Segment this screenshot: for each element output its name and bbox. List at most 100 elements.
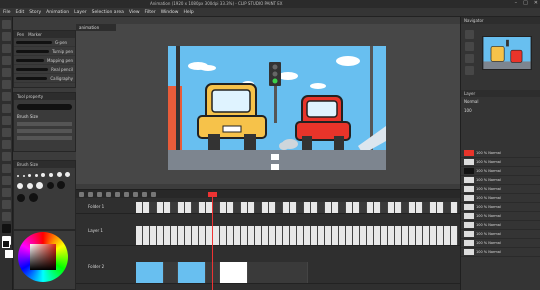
opacity-value[interactable]: 100 bbox=[461, 106, 540, 115]
tab-pen[interactable]: Pen bbox=[17, 32, 24, 37]
menu-selection[interactable]: Selection area bbox=[92, 10, 124, 15]
main-color-swatch[interactable] bbox=[2, 224, 11, 233]
fill-tool-icon[interactable] bbox=[2, 140, 11, 149]
size-option[interactable] bbox=[17, 183, 23, 189]
size-option[interactable] bbox=[56, 172, 62, 177]
timeline-track[interactable]: Folder 2 bbox=[76, 262, 460, 284]
new-timeline-icon[interactable] bbox=[79, 191, 84, 197]
lasso-tool-icon[interactable] bbox=[2, 56, 11, 65]
ruler-tool-icon[interactable] bbox=[2, 200, 11, 209]
navigator-preview[interactable] bbox=[482, 36, 532, 70]
layer-row[interactable]: 100 % Normal bbox=[461, 221, 540, 230]
airbrush-tool-icon[interactable] bbox=[2, 116, 11, 125]
size-option[interactable] bbox=[57, 181, 66, 189]
layer-row[interactable]: 100 % Normal bbox=[461, 167, 540, 176]
main-color-indicator[interactable] bbox=[2, 240, 10, 248]
add-cel-icon[interactable] bbox=[142, 191, 147, 197]
stop-icon[interactable] bbox=[97, 191, 102, 197]
loop-icon[interactable] bbox=[124, 191, 129, 197]
brush-item[interactable]: Calligraphy bbox=[14, 74, 75, 83]
size-option[interactable] bbox=[17, 194, 25, 202]
move-tool-icon[interactable] bbox=[2, 20, 11, 29]
zoom-tool-icon[interactable] bbox=[2, 32, 11, 41]
menu-file[interactable]: File bbox=[3, 10, 11, 15]
menu-edit[interactable]: Edit bbox=[16, 10, 25, 15]
gradient-tool-icon[interactable] bbox=[2, 152, 11, 161]
brush-item[interactable]: G-pen bbox=[14, 38, 75, 47]
prev-frame-icon[interactable] bbox=[106, 191, 111, 197]
eraser-tool-icon[interactable] bbox=[2, 128, 11, 137]
menu-story[interactable]: Story bbox=[29, 10, 41, 15]
layer-row[interactable]: 100 % Normal bbox=[461, 185, 540, 194]
size-option[interactable] bbox=[17, 175, 19, 177]
layer-name: 100 % Normal bbox=[476, 169, 501, 173]
tab-marker[interactable]: Marker bbox=[28, 32, 42, 37]
select-tool-icon[interactable] bbox=[2, 44, 11, 53]
brush-item[interactable]: Real pencil bbox=[14, 65, 75, 74]
color-wheel[interactable] bbox=[18, 232, 68, 282]
layer-row[interactable]: 100 % Normal bbox=[461, 248, 540, 257]
stabilization-slider[interactable] bbox=[17, 136, 72, 140]
menu-layer[interactable]: Layer bbox=[74, 10, 87, 15]
next-frame-icon[interactable] bbox=[115, 191, 120, 197]
color-square[interactable] bbox=[30, 244, 56, 270]
layer-row[interactable]: 100 % Normal bbox=[461, 194, 540, 203]
size-option[interactable] bbox=[28, 174, 32, 177]
text-tool-icon[interactable] bbox=[2, 176, 11, 185]
minimize-button[interactable]: – bbox=[515, 0, 518, 6]
flip-icon[interactable] bbox=[465, 66, 474, 75]
layer-thumbnail bbox=[464, 168, 474, 174]
size-option[interactable] bbox=[28, 193, 38, 202]
eyedropper-tool-icon[interactable] bbox=[2, 68, 11, 77]
menu-help[interactable]: Help bbox=[183, 10, 193, 15]
onion-skin-icon[interactable] bbox=[133, 191, 138, 197]
size-option[interactable] bbox=[34, 174, 38, 177]
canvas-artwork[interactable] bbox=[168, 46, 386, 170]
size-option[interactable] bbox=[26, 183, 33, 189]
size-option[interactable] bbox=[46, 182, 54, 189]
size-option[interactable] bbox=[36, 182, 44, 189]
blend-mode-select[interactable]: Normal bbox=[461, 97, 540, 106]
zoom-out-icon[interactable] bbox=[465, 42, 474, 51]
menu-filter[interactable]: Filter bbox=[145, 10, 156, 15]
size-option[interactable] bbox=[48, 173, 53, 177]
assign-cel-icon[interactable] bbox=[151, 191, 156, 197]
rotate-icon[interactable] bbox=[465, 54, 474, 63]
size-option[interactable] bbox=[22, 175, 25, 177]
balloon-tool-icon[interactable] bbox=[2, 188, 11, 197]
track-cells[interactable] bbox=[136, 226, 460, 246]
layer-row[interactable]: 100 % Normal bbox=[461, 239, 540, 248]
maximize-button[interactable]: □ bbox=[523, 0, 528, 6]
opacity-slider[interactable] bbox=[17, 129, 72, 133]
layer-row[interactable]: 100 % Normal bbox=[461, 230, 540, 239]
brush-item[interactable]: Turnip pen bbox=[14, 47, 75, 56]
menu-window[interactable]: Window bbox=[161, 10, 179, 15]
size-option[interactable] bbox=[65, 172, 71, 177]
figure-tool-icon[interactable] bbox=[2, 164, 11, 173]
brush-item[interactable]: Mapping pen bbox=[14, 56, 75, 65]
pen-tool-icon[interactable] bbox=[2, 80, 11, 89]
play-icon[interactable] bbox=[88, 191, 93, 197]
pencil-tool-icon[interactable] bbox=[2, 92, 11, 101]
brush-preview bbox=[17, 104, 72, 110]
layer-row[interactable]: 100 % Normal bbox=[461, 149, 540, 158]
layer-row[interactable]: 100 % Normal bbox=[461, 203, 540, 212]
track-cells[interactable] bbox=[136, 202, 460, 214]
layer-row[interactable]: 100 % Normal bbox=[461, 212, 540, 221]
menu-animation[interactable]: Animation bbox=[46, 10, 69, 15]
timeline-track[interactable]: Folder 1 bbox=[76, 202, 460, 214]
zoom-in-icon[interactable] bbox=[465, 30, 474, 39]
track-cells[interactable] bbox=[136, 262, 460, 284]
brush-tool-icon[interactable] bbox=[2, 104, 11, 113]
menu-view[interactable]: View bbox=[129, 10, 140, 15]
brush-size-slider[interactable] bbox=[17, 122, 72, 126]
layer-row[interactable]: 100 % Normal bbox=[461, 158, 540, 167]
sub-tool-panel: Pen Marker G-pen Turnip pen Mapping pen … bbox=[13, 30, 76, 88]
size-option[interactable] bbox=[41, 173, 46, 177]
layer-row[interactable]: 100 % Normal bbox=[461, 176, 540, 185]
timeline-track[interactable]: Layer 1 bbox=[76, 226, 460, 246]
canvas-tab[interactable]: animation bbox=[76, 24, 116, 31]
sub-color-indicator[interactable] bbox=[5, 250, 13, 258]
correct-line-tool-icon[interactable] bbox=[2, 212, 11, 221]
close-button[interactable]: ✕ bbox=[534, 0, 538, 6]
